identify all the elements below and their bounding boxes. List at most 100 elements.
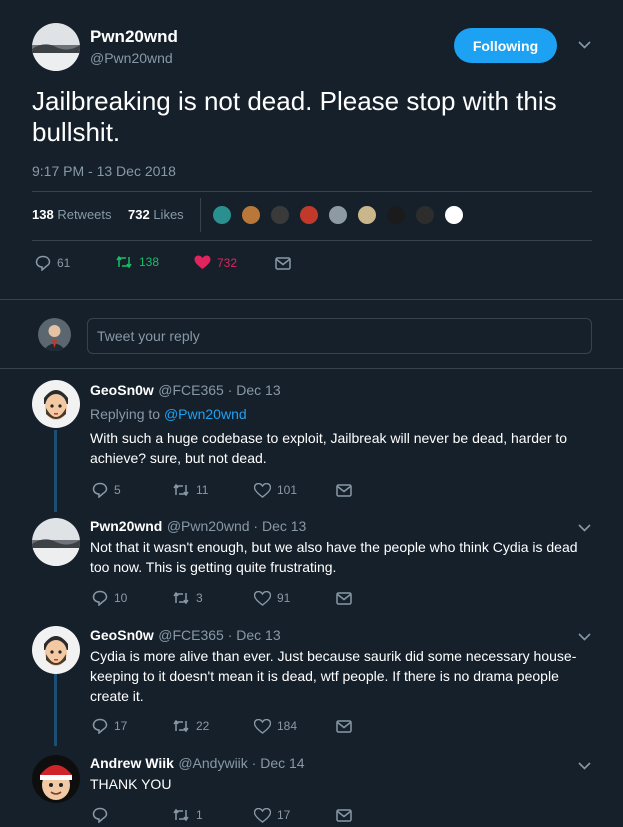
like-action[interactable]: 184: [254, 718, 336, 734]
reply-action[interactable]: 61: [35, 255, 70, 271]
heart-icon: [254, 718, 271, 734]
mail-icon: [275, 257, 291, 270]
chevron-down-icon[interactable]: [578, 633, 591, 641]
reply-text: THANK YOU: [90, 776, 172, 792]
tweet-timestamp[interactable]: 9:17 PM - 13 Dec 2018: [32, 163, 176, 179]
mail-icon: [336, 719, 352, 733]
like-count: 91: [277, 591, 291, 605]
mail-icon: [336, 808, 352, 822]
reply-action[interactable]: 10: [92, 590, 172, 606]
reply-header: Andrew Wiik @Andywiik · Dec 14: [90, 755, 305, 773]
retweet-action[interactable]: 22: [172, 719, 254, 733]
replying-to-label: Replying to: [90, 406, 164, 422]
reply-author-name[interactable]: Andrew Wiik: [90, 755, 174, 771]
reply-text: Cydia is more alive than ever. Just beca…: [90, 648, 577, 704]
retweet-icon: [172, 808, 190, 822]
liker-avatar[interactable]: [240, 204, 262, 226]
retweet-action[interactable]: 11: [172, 483, 254, 497]
reply-avatar[interactable]: [32, 626, 80, 674]
liker-avatar[interactable]: [356, 204, 378, 226]
message-action[interactable]: [336, 719, 352, 733]
reply-icon: [35, 255, 51, 271]
chevron-down-icon[interactable]: [578, 762, 591, 770]
retweet-icon: [172, 719, 190, 733]
reply-count: 61: [57, 256, 71, 270]
reply-author-meta[interactable]: @FCE365 · Dec 13: [158, 627, 280, 643]
replying-to-link[interactable]: @Pwn20wnd: [164, 406, 247, 422]
retweet-count: 138: [139, 255, 160, 269]
reply-author-name[interactable]: GeoSn0w: [90, 382, 154, 398]
retweet-count: 1: [196, 808, 203, 822]
reply-action[interactable]: 17: [92, 718, 172, 734]
retweet-icon: [172, 483, 190, 497]
like-action[interactable]: 101: [254, 482, 336, 498]
retweets-count: 138: [32, 207, 54, 222]
heart-icon: [254, 807, 271, 823]
like-action[interactable]: 732: [194, 255, 237, 270]
liker-avatar[interactable]: [298, 204, 320, 226]
liker-avatar[interactable]: [443, 204, 465, 226]
divider: [32, 191, 592, 192]
reply-avatar[interactable]: [32, 518, 80, 566]
reply-count: 17: [114, 719, 128, 733]
message-action[interactable]: [336, 483, 352, 497]
message-action[interactable]: [336, 591, 352, 605]
like-action[interactable]: 91: [254, 590, 336, 606]
reply-icon: [92, 718, 108, 734]
liker-avatar[interactable]: [327, 204, 349, 226]
like-count: 732: [217, 255, 238, 270]
author-avatar[interactable]: [32, 23, 80, 71]
like-count: 184: [277, 719, 298, 733]
liker-avatar[interactable]: [414, 204, 436, 226]
reply-action[interactable]: 5: [92, 482, 172, 498]
like-action[interactable]: 17: [254, 807, 336, 823]
chevron-down-icon[interactable]: [578, 41, 591, 49]
reply-avatar[interactable]: [32, 755, 80, 803]
heart-icon: [254, 590, 271, 606]
reply-text: With such a huge codebase to exploit, Ja…: [90, 430, 568, 466]
reply-actions: 5 11 101: [92, 482, 392, 498]
likes-count: 732: [128, 207, 150, 222]
reply-actions: 10 3 91: [92, 590, 392, 606]
author-display-name[interactable]: Pwn20wnd: [90, 27, 178, 47]
reply-author-meta[interactable]: @FCE365 · Dec 13: [158, 382, 280, 398]
reply-avatar[interactable]: [32, 380, 80, 428]
retweet-icon: [115, 255, 133, 269]
divider: [0, 299, 623, 300]
author-handle[interactable]: @Pwn20wnd: [90, 50, 173, 66]
reply-author-name[interactable]: Pwn20wnd: [90, 518, 162, 534]
reply-actions: 17 22 184: [92, 718, 392, 734]
likes-stat[interactable]: 732 Likes: [128, 207, 184, 222]
heart-icon: [254, 482, 271, 498]
liker-avatar[interactable]: [385, 204, 407, 226]
retweet-action[interactable]: 138: [115, 255, 159, 269]
retweet-count: 3: [196, 591, 203, 605]
reply-action[interactable]: [92, 807, 172, 823]
current-user-avatar[interactable]: [38, 318, 71, 351]
heart-icon: [194, 255, 211, 270]
divider: [0, 368, 623, 369]
reply-author-meta[interactable]: @Andywiik · Dec 14: [178, 755, 304, 771]
reply-author-meta[interactable]: @Pwn20wnd · Dec 13: [167, 518, 307, 534]
message-action[interactable]: [275, 257, 291, 270]
retweet-action[interactable]: 1: [172, 808, 254, 822]
liker-avatar[interactable]: [269, 204, 291, 226]
retweet-icon: [172, 591, 190, 605]
retweet-action[interactable]: 3: [172, 591, 254, 605]
reply-count: 10: [114, 591, 128, 605]
message-action[interactable]: [336, 808, 352, 822]
reply-input[interactable]: Tweet your reply: [87, 318, 592, 354]
retweets-stat[interactable]: 138 Retweets: [32, 207, 112, 222]
reply-text: Not that it wasn't enough, but we also h…: [90, 539, 578, 575]
reply-icon: [92, 590, 108, 606]
reply-icon: [92, 807, 108, 823]
retweets-label: Retweets: [57, 207, 112, 222]
thread-line: [54, 430, 57, 512]
reply-icon: [92, 482, 108, 498]
chevron-down-icon[interactable]: [578, 524, 591, 532]
liker-avatar[interactable]: [211, 204, 233, 226]
reply-header: GeoSn0w @FCE365 · Dec 13: [90, 382, 281, 400]
reply-author-name[interactable]: GeoSn0w: [90, 627, 154, 643]
following-button[interactable]: Following: [454, 28, 557, 63]
reply-actions: 1 17: [92, 807, 392, 823]
